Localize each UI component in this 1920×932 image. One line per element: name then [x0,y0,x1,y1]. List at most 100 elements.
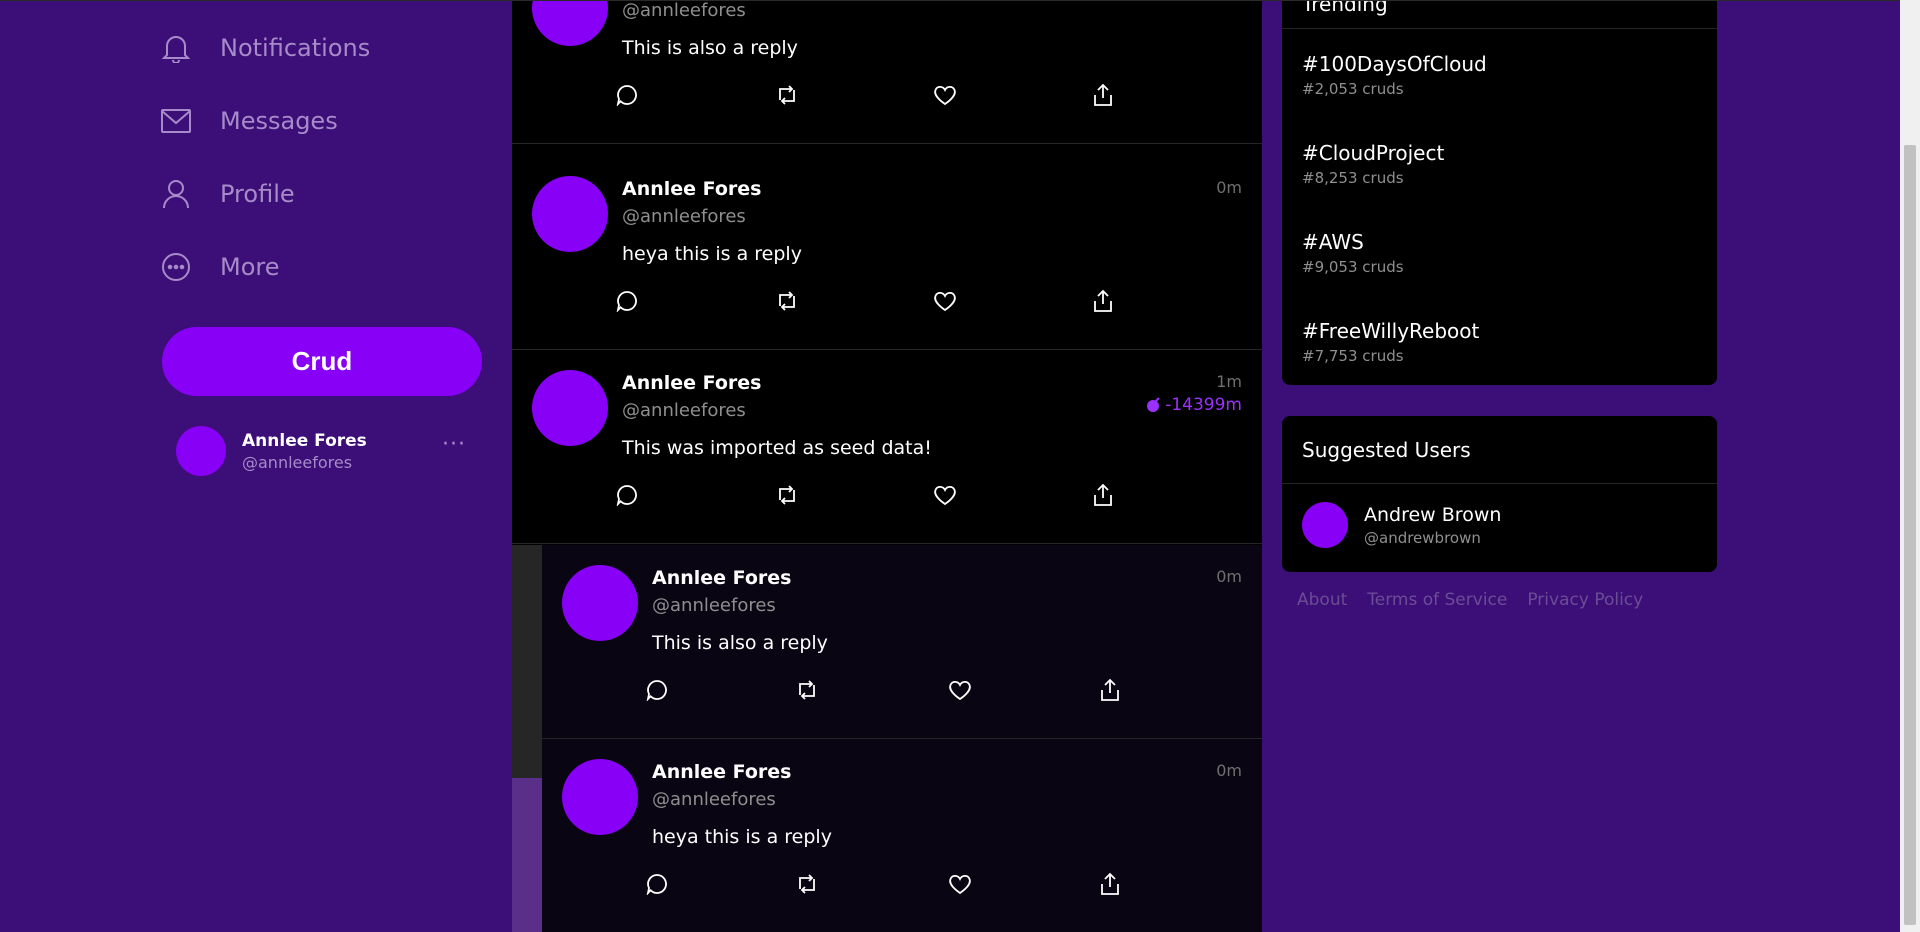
footer-about-link[interactable]: About [1297,590,1347,610]
crud-message: This was imported as seed data! [622,437,932,459]
avatar [176,426,226,476]
current-user-handle: @annleefores [242,452,353,472]
avatar[interactable] [532,176,608,252]
avatar[interactable] [562,565,638,641]
crud-actions [612,80,1132,110]
share-icon[interactable] [1095,675,1125,705]
top-border [0,0,1900,1]
crud-author-name[interactable]: Annlee Fores [652,761,792,783]
avatar[interactable] [532,0,608,46]
crud-message: This is also a reply [652,632,828,654]
crud-actions [642,869,1142,899]
recrud-icon[interactable] [792,869,822,899]
reply-icon[interactable] [612,286,642,316]
like-icon[interactable] [945,869,975,899]
nav-item-more[interactable]: More [160,237,460,297]
page-scrollbar[interactable] [1900,0,1920,932]
trend-tag: #100DaysOfCloud [1302,52,1487,76]
reply-icon[interactable] [642,675,672,705]
footer-links: About Terms of Service Privacy Policy [1297,590,1663,610]
like-icon[interactable] [930,286,960,316]
like-icon[interactable] [930,80,960,110]
crud-author-handle: @annleefores [652,789,776,810]
crud-actions [612,286,1132,316]
crud-button[interactable]: Crud [162,327,482,396]
share-icon[interactable] [1088,286,1118,316]
like-icon[interactable] [945,675,975,705]
suggested-user-handle: @andrewbrown [1364,528,1481,547]
nav-label: Notifications [220,34,371,62]
crud-item[interactable]: Annlee Fores @annleefores heya this is a… [542,739,1262,932]
avatar[interactable] [532,370,608,446]
trend-tag: #CloudProject [1302,141,1445,165]
trending-title: Trending [1302,0,1388,16]
share-icon[interactable] [1088,480,1118,510]
trend-item[interactable]: #FreeWillyReboot #7,753 cruds [1302,319,1479,365]
nav-item-messages[interactable]: Messages [160,91,460,151]
trending-panel: Trending #100DaysOfCloud #2,053 cruds #C… [1282,0,1717,385]
crud-author-handle: @annleefores [622,0,746,21]
trend-count: #8,253 cruds [1302,169,1404,187]
share-icon[interactable] [1088,80,1118,110]
crud-author-handle: @annleefores [622,400,746,421]
nav-label: Profile [220,180,295,208]
divider [1282,28,1717,29]
crud-time: 1m [1216,372,1242,391]
suggested-users-title: Suggested Users [1302,438,1471,462]
crud-item[interactable]: Annlee Fores @annleefores This is also a… [512,0,1262,144]
crud-item[interactable]: Annlee Fores @annleefores This was impor… [512,350,1262,544]
recrud-icon[interactable] [772,480,802,510]
crud-time: 0m [1216,567,1242,586]
suggested-users-panel: Suggested Users Andrew Brown @andrewbrow… [1282,416,1717,572]
crud-actions [642,675,1142,705]
more-options-icon[interactable]: ··· [442,432,466,457]
more-circle-icon [160,251,192,283]
suggested-user-name: Andrew Brown [1364,503,1502,526]
trend-item[interactable]: #AWS #9,053 cruds [1302,230,1404,276]
recrud-icon[interactable] [772,80,802,110]
current-user-name: Annlee Fores [242,430,367,451]
crud-author-handle: @annleefores [652,595,776,616]
crud-expiry: -14399m [1146,395,1242,415]
crud-time: 0m [1216,761,1242,780]
crud-item[interactable]: Annlee Fores @annleefores This is also a… [542,545,1262,739]
reply-icon[interactable] [612,480,642,510]
like-icon[interactable] [930,480,960,510]
crud-author-name[interactable]: Annlee Fores [652,567,792,589]
reply-icon[interactable] [612,80,642,110]
recrud-icon[interactable] [792,675,822,705]
thread-indent-bar-active [512,778,542,932]
crud-actions [612,480,1132,510]
nav-item-notifications[interactable]: Notifications [160,18,460,78]
trend-tag: #AWS [1302,230,1364,254]
footer-terms-link[interactable]: Terms of Service [1367,590,1507,610]
crud-author-name[interactable]: Annlee Fores [622,178,762,200]
trend-item[interactable]: #CloudProject #8,253 cruds [1302,141,1444,187]
crud-message: This is also a reply [622,37,798,59]
trend-count: #7,753 cruds [1302,347,1404,365]
divider [1282,483,1717,484]
avatar[interactable] [562,759,638,835]
trend-tag: #FreeWillyReboot [1302,319,1480,343]
trend-item[interactable]: #100DaysOfCloud #2,053 cruds [1302,52,1487,98]
crud-item[interactable]: Annlee Fores @annleefores heya this is a… [512,156,1262,350]
crud-time: 0m [1216,178,1242,197]
bell-icon [160,32,192,64]
nav-item-profile[interactable]: Profile [160,164,460,224]
reply-icon[interactable] [642,869,672,899]
envelope-icon [160,105,192,137]
nav-label: More [220,253,280,281]
footer-privacy-link[interactable]: Privacy Policy [1527,590,1643,610]
nav-label: Messages [220,107,338,135]
thread-indent-bar [512,545,542,778]
scrollbar-thumb[interactable] [1904,145,1916,925]
suggested-user[interactable]: Andrew Brown @andrewbrown [1302,502,1501,548]
current-user-card[interactable]: Annlee Fores @annleefores ··· [176,426,466,476]
crud-author-name[interactable]: Annlee Fores [622,372,762,394]
avatar [1302,502,1348,548]
crud-message: heya this is a reply [652,826,832,848]
recrud-icon[interactable] [772,286,802,316]
share-icon[interactable] [1095,869,1125,899]
crud-message: heya this is a reply [622,243,802,265]
user-icon [160,178,192,210]
